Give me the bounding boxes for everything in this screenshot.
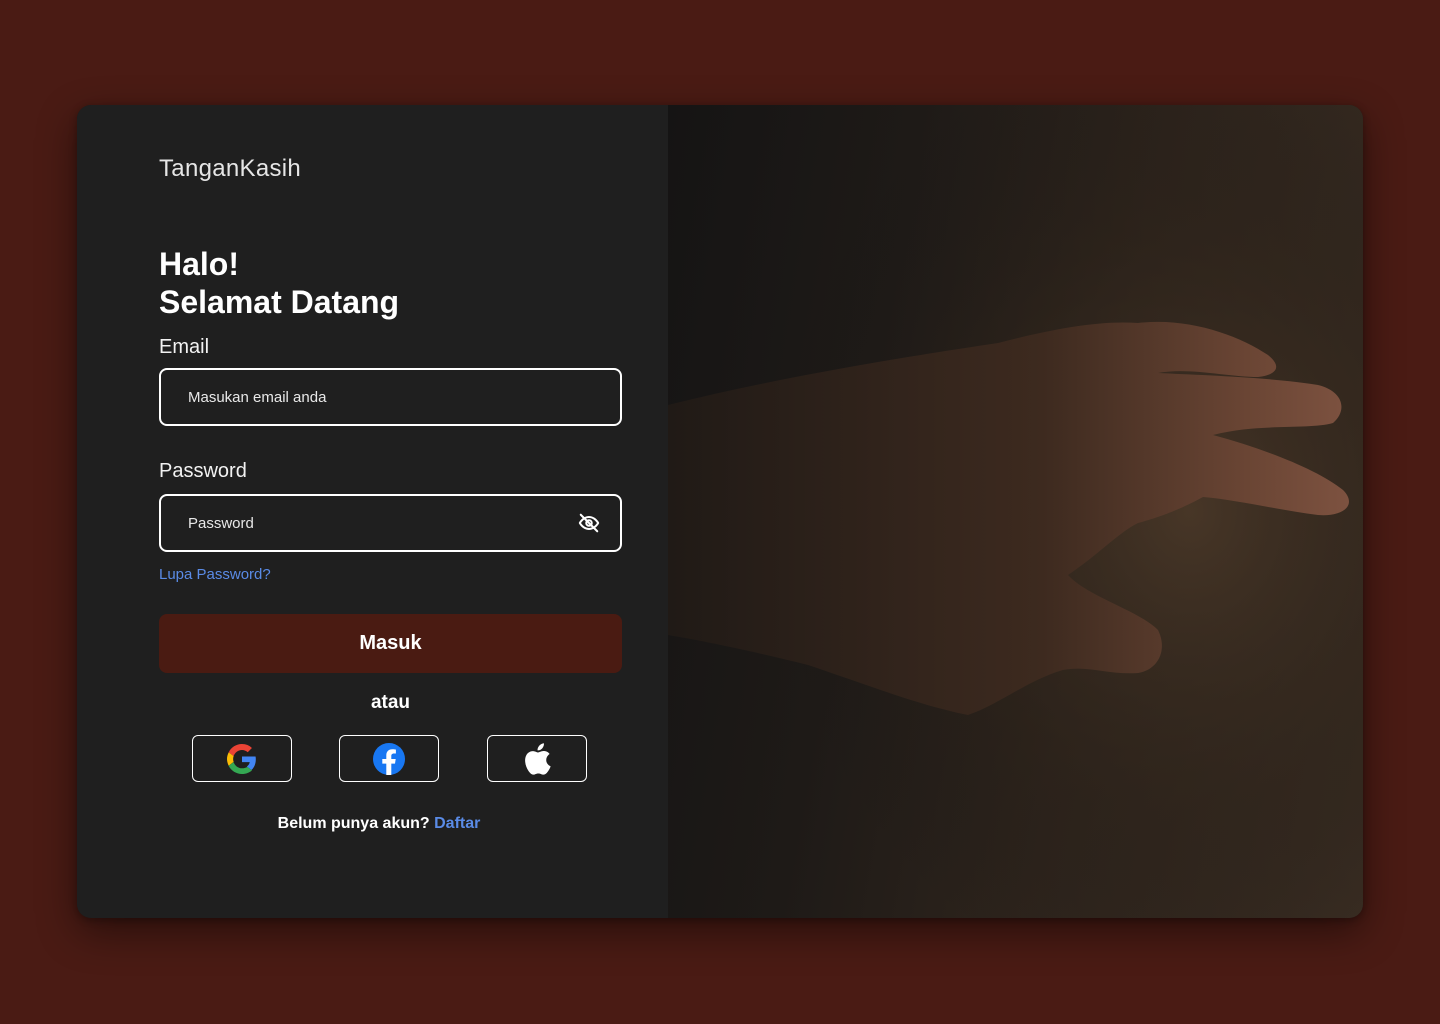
login-card: TanganKasih Halo! Selamat Datang Email P…	[77, 105, 1363, 918]
hand-reaching-photo	[668, 105, 1363, 918]
welcome-line-1: Halo!	[159, 246, 239, 282]
password-field-wrapper	[159, 494, 622, 552]
hero-image	[668, 105, 1363, 918]
password-label: Password	[159, 460, 247, 482]
login-panel: TanganKasih Halo! Selamat Datang Email P…	[77, 105, 668, 918]
signup-prompt-text: Belum punya akun?	[277, 815, 430, 832]
signup-link[interactable]: Daftar	[434, 815, 480, 832]
google-icon	[227, 743, 256, 774]
login-button[interactable]: Masuk	[159, 614, 622, 673]
eye-off-icon[interactable]	[578, 512, 600, 534]
email-input[interactable]	[188, 370, 558, 424]
google-login-button[interactable]	[192, 735, 292, 782]
forgot-password-link[interactable]: Lupa Password?	[159, 566, 271, 583]
welcome-line-2: Selamat Datang	[159, 284, 400, 320]
brand-logo: TanganKasih	[159, 155, 302, 182]
facebook-login-button[interactable]	[339, 735, 439, 782]
apple-login-button[interactable]	[487, 735, 587, 782]
password-input[interactable]	[188, 496, 558, 550]
email-field-wrapper	[159, 368, 622, 426]
email-label: Email	[159, 336, 210, 358]
apple-icon	[525, 742, 551, 775]
divider-text: atau	[370, 692, 411, 713]
signup-prompt: Belum punya akun? Daftar	[159, 815, 599, 833]
facebook-icon	[373, 742, 405, 775]
welcome-heading: Halo! Selamat Datang	[159, 245, 399, 321]
